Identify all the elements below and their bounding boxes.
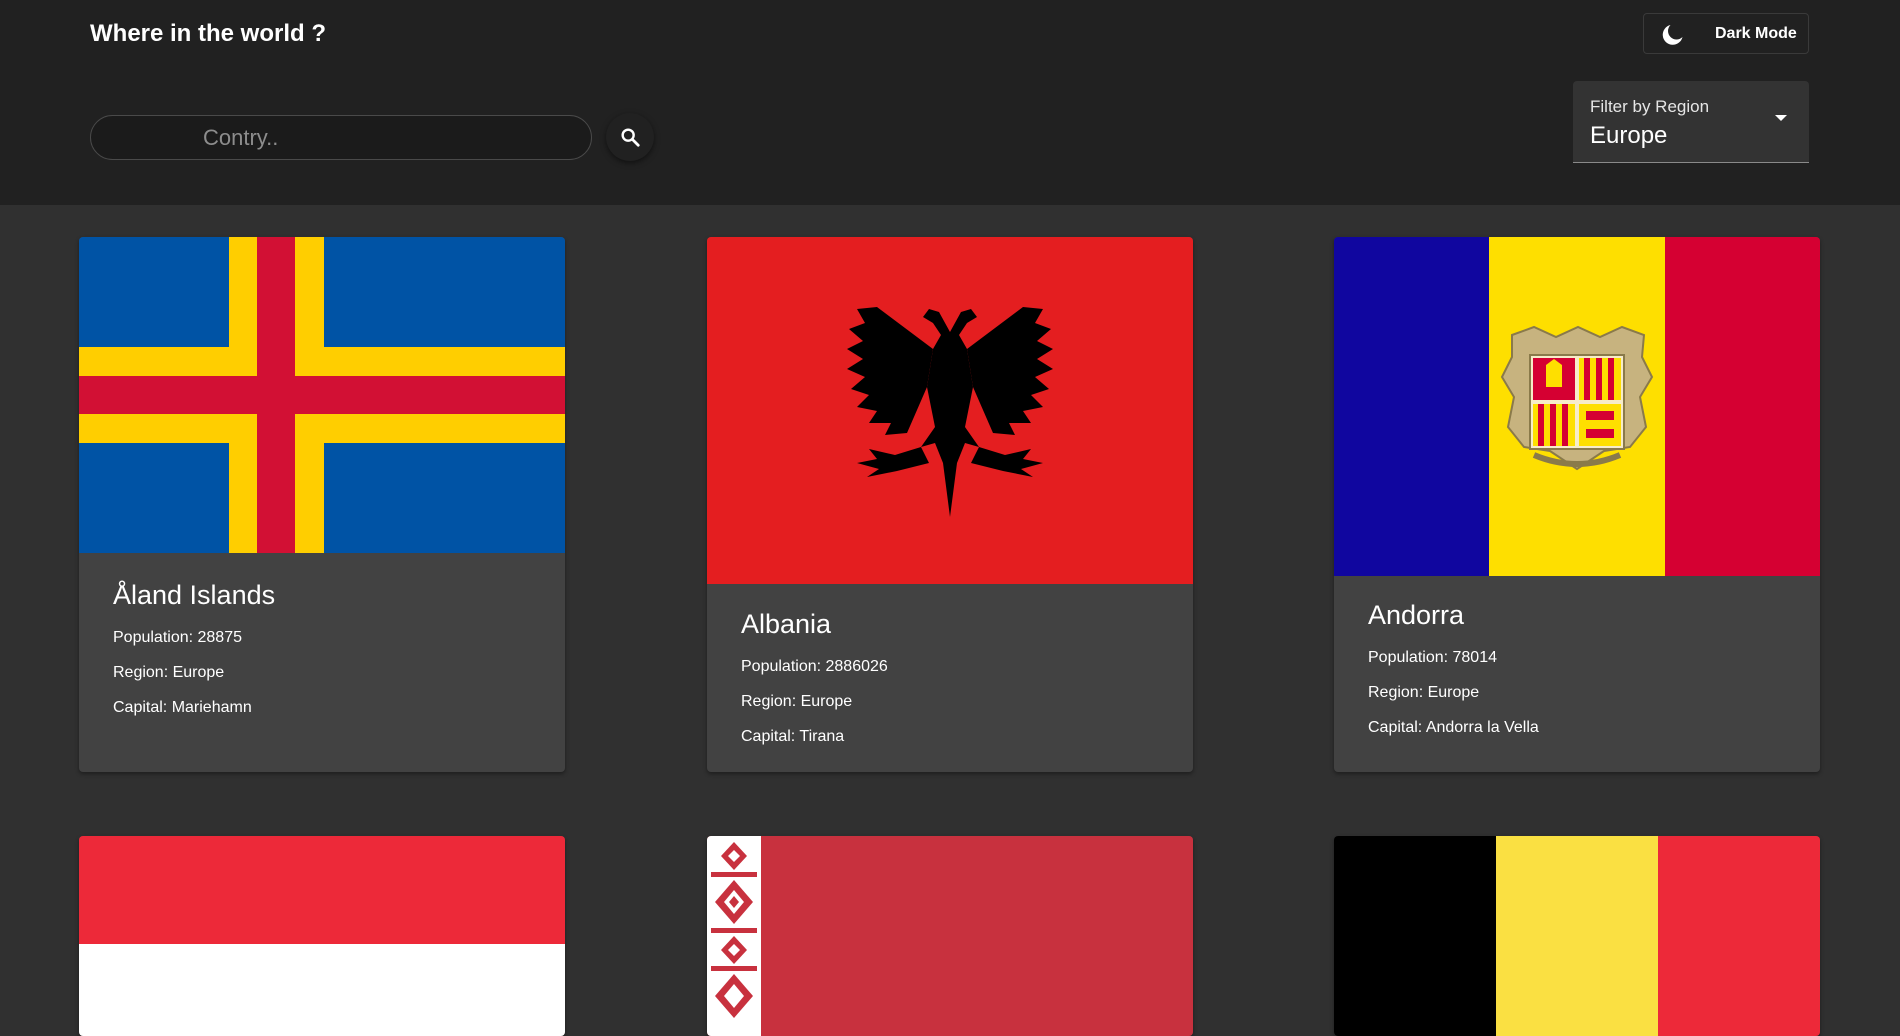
country-info: Åland Islands Population: 28875 Region: …: [113, 580, 275, 717]
search-button[interactable]: [606, 113, 654, 161]
country-region: Region: Europe: [741, 693, 853, 710]
country-card[interactable]: Andorra Population: 78014 Region: Europe…: [1334, 237, 1820, 772]
country-name: Åland Islands: [113, 580, 276, 610]
app-header: Where in the world ? Dark Mode Filter by…: [0, 0, 1900, 205]
country-capital: Capital: Andorra la Vella: [1368, 719, 1539, 736]
country-population: Population: 78014: [1368, 649, 1497, 666]
dark-mode-toggle[interactable]: Dark Mode: [1643, 13, 1809, 54]
country-info: Andorra Population: 78014 Region: Europe…: [1368, 600, 1539, 737]
app-title: Where in the world ?: [90, 20, 327, 47]
country-card[interactable]: [707, 836, 1193, 1036]
belgium-flag: [1334, 836, 1820, 1036]
country-card[interactable]: Åland Islands Population: 28875 Region: …: [79, 237, 565, 772]
region-filter-label: Filter by Region: [1590, 97, 1710, 116]
country-name: Andorra: [1368, 600, 1465, 630]
country-info: Albania Population: 2886026 Region: Euro…: [741, 609, 888, 746]
moon-icon: [1662, 25, 1683, 45]
belarus-flag: [707, 836, 1193, 1036]
dropdown-caret-icon: [1775, 115, 1787, 121]
search-icon: [621, 128, 640, 147]
country-population: Population: 2886026: [741, 658, 888, 675]
austria-flag: [79, 836, 565, 1036]
search-input[interactable]: [91, 116, 591, 159]
region-filter-value: Europe: [1590, 122, 1668, 149]
andorra-flag: [1334, 237, 1820, 576]
country-card[interactable]: [79, 836, 565, 1036]
search-box: [90, 115, 592, 160]
country-capital: Capital: Mariehamn: [113, 699, 252, 716]
albania-flag: [707, 237, 1193, 584]
aland-flag: [79, 237, 565, 553]
region-filter-select[interactable]: Filter by Region Europe: [1573, 81, 1809, 163]
country-card[interactable]: Albania Population: 2886026 Region: Euro…: [707, 237, 1193, 772]
country-capital: Capital: Tirana: [741, 728, 845, 745]
dark-mode-label: Dark Mode: [1715, 25, 1797, 42]
country-name: Albania: [741, 609, 832, 639]
country-region: Region: Europe: [113, 664, 225, 681]
country-population: Population: 28875: [113, 629, 242, 646]
country-region: Region: Europe: [1368, 684, 1480, 701]
country-card[interactable]: [1334, 836, 1820, 1036]
